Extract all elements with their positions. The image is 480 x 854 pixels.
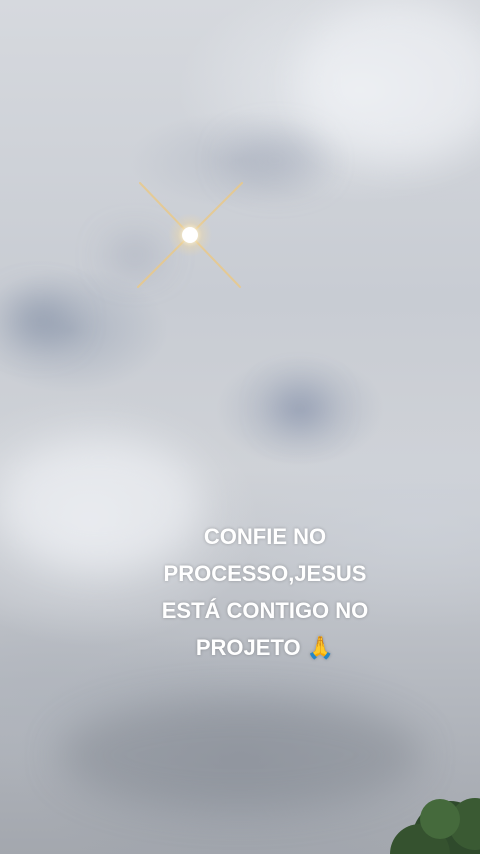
cloud-shadow-band xyxy=(60,700,420,810)
story-caption: CONFIE NO PROCESSO,JESUS ESTÁ CONTIGO NO… xyxy=(130,518,400,666)
tree-foliage xyxy=(380,784,480,854)
caption-line-3: ESTÁ CONTIGO NO xyxy=(161,598,369,623)
caption-line-1: CONFIE NO xyxy=(203,524,327,549)
caption-line-2: PROCESSO,JESUS xyxy=(163,561,367,586)
story-photo: CONFIE NO PROCESSO,JESUS ESTÁ CONTIGO NO… xyxy=(0,0,480,854)
cloud-light-patch xyxy=(300,0,480,160)
cloud-dark-patch xyxy=(275,390,325,425)
caption-line-4: PROJETO 🙏 xyxy=(195,635,335,660)
cloud-dark-patch xyxy=(10,300,70,340)
